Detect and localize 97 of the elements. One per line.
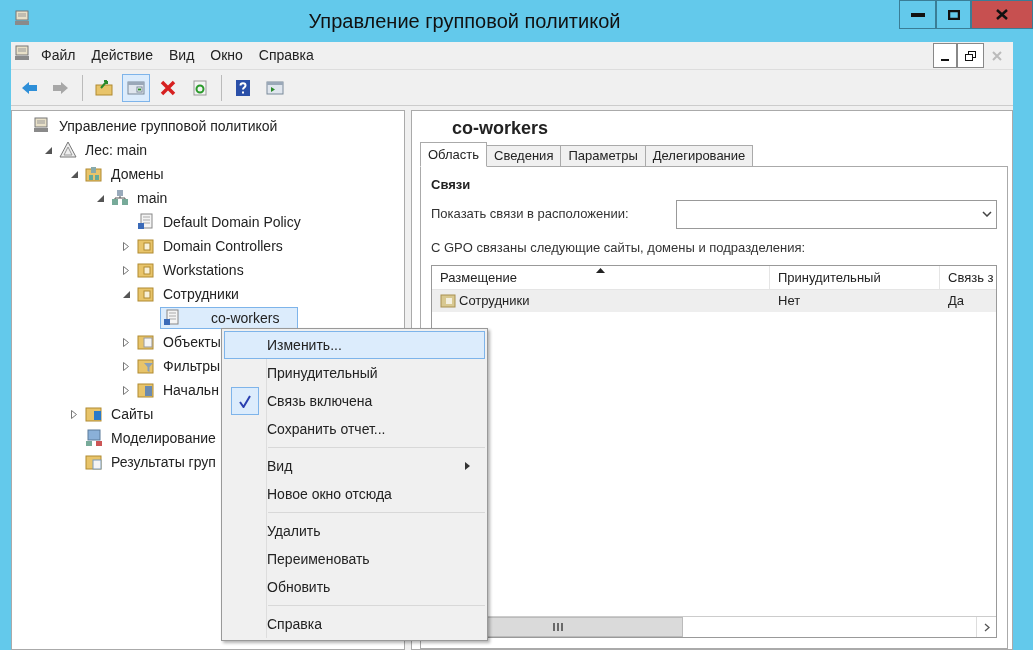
collapsed-icon[interactable]: [123, 385, 129, 395]
menu-item[interactable]: Файл: [33, 45, 84, 66]
tree-item[interactable]: Default Domain Policy: [134, 211, 304, 233]
pane-icon: [266, 78, 284, 97]
folder-icon: [137, 237, 155, 255]
menu-item[interactable]: Принудительный: [224, 359, 485, 387]
tree-item[interactable]: Фильтры: [134, 355, 224, 377]
expanded-icon[interactable]: [44, 146, 52, 154]
tree-item[interactable]: Объекты: [134, 331, 224, 353]
minimize-icon: [941, 59, 949, 61]
menu-item[interactable]: Действие: [83, 45, 161, 66]
expanded-icon[interactable]: [96, 194, 104, 202]
table-cell-text: Да: [948, 292, 965, 311]
document-icon: [137, 213, 155, 231]
tree-item[interactable]: co-workers: [160, 307, 298, 329]
close-icon: [996, 9, 1008, 20]
console-icon: [14, 44, 30, 61]
tab[interactable]: Параметры: [560, 145, 646, 167]
links-caption: С GPO связаны следующие сайты, домены и подразделения:: [431, 238, 807, 257]
tree-item[interactable]: Начальн: [134, 379, 222, 401]
column-header[interactable]: Связь з: [940, 266, 996, 289]
menu-item[interactable]: Вид: [224, 452, 485, 480]
refresh-icon: [191, 78, 209, 97]
table-row[interactable]: Сотрудники Нет Да: [432, 290, 996, 312]
table-cell-text: Сотрудники: [459, 292, 530, 311]
sort-arrow-icon: [596, 268, 605, 273]
tree-item[interactable]: Домены: [82, 163, 167, 185]
computer-icon: [85, 429, 103, 447]
tree-item[interactable]: Лес: main: [56, 139, 151, 161]
chevron-right-icon: [983, 622, 990, 632]
folder-icon: [137, 261, 155, 279]
grip-icon: [552, 623, 563, 631]
tree-item[interactable]: Domain Controllers: [134, 235, 286, 257]
menu-item[interactable]: Удалить: [224, 517, 485, 545]
menu-item[interactable]: Переименовать: [224, 545, 485, 573]
tree-item[interactable]: main: [108, 187, 171, 209]
tab[interactable]: Делегирование: [644, 145, 754, 167]
folder-icon: [95, 78, 113, 97]
folder-icon: [85, 453, 103, 471]
network-icon: [111, 189, 129, 207]
location-dropdown[interactable]: [676, 199, 997, 229]
collapsed-icon[interactable]: [123, 361, 129, 371]
field-label: Показать связи в расположении:: [431, 205, 630, 224]
minimize-icon: [910, 12, 925, 17]
menu-item[interactable]: Окно: [202, 45, 251, 66]
triangle-icon: [59, 141, 77, 159]
menu-item[interactable]: Изменить...: [224, 331, 485, 359]
tree-item[interactable]: Результаты груп: [82, 451, 219, 473]
tree-item[interactable]: Управление групповой политикой: [30, 115, 281, 137]
minimize-button[interactable]: [899, 0, 936, 29]
close-icon: [991, 50, 1002, 61]
menu-item[interactable]: Справка: [224, 610, 485, 638]
tree-item[interactable]: Workstations: [134, 259, 247, 281]
column-header[interactable]: Принудительный: [770, 266, 940, 289]
collapsed-icon[interactable]: [123, 265, 129, 275]
expanded-icon[interactable]: [70, 170, 78, 178]
collapsed-icon[interactable]: [123, 241, 129, 251]
chevron-down-icon: [982, 211, 992, 217]
folder-icon: [137, 333, 155, 351]
close-button[interactable]: [971, 0, 1033, 29]
column-header[interactable]: Размещение: [432, 266, 770, 289]
restore-icon: [965, 50, 976, 61]
menu-item[interactable]: Сохранить отчет...: [224, 415, 485, 443]
menu-item[interactable]: Вид: [160, 45, 203, 66]
expanded-icon[interactable]: [122, 290, 130, 298]
document-icon: [163, 309, 181, 327]
restore-button[interactable]: [957, 43, 984, 68]
minimize-button[interactable]: [933, 43, 957, 68]
pane-icon: [127, 78, 145, 97]
folder-icon: [85, 405, 103, 423]
delete-icon: [159, 78, 177, 97]
menu-item[interactable]: Новое окно отсюда: [224, 480, 485, 508]
tab[interactable]: Сведения: [486, 145, 562, 167]
menu-item[interactable]: Справка: [250, 45, 322, 66]
collapsed-icon[interactable]: [71, 409, 77, 419]
tree-item[interactable]: Сайты: [82, 403, 157, 425]
submenu-arrow-icon: [465, 462, 470, 470]
help-icon: [234, 78, 252, 97]
maximize-icon: [947, 9, 960, 20]
tree-item[interactable]: Сотрудники: [134, 283, 242, 305]
folder-icon: [137, 285, 155, 303]
console-icon: [14, 10, 30, 26]
menu-item[interactable]: Обновить: [224, 573, 485, 601]
table-cell-text: Нет: [778, 292, 801, 311]
folder-icon: [137, 381, 155, 399]
details-title: co-workers: [452, 117, 550, 139]
folder-icon: [137, 357, 155, 375]
menu-item[interactable]: Связь включена: [224, 387, 485, 415]
section-heading: Связи: [431, 176, 472, 194]
collapsed-icon[interactable]: [123, 337, 129, 347]
console-icon: [33, 117, 51, 135]
folder-icon: [85, 165, 103, 183]
tab[interactable]: Область: [420, 142, 488, 167]
maximize-button[interactable]: [936, 0, 971, 29]
window-title: Управление групповой политикой: [308, 9, 621, 34]
folder-icon: [440, 293, 456, 309]
tree-item[interactable]: Моделирование: [82, 427, 219, 449]
